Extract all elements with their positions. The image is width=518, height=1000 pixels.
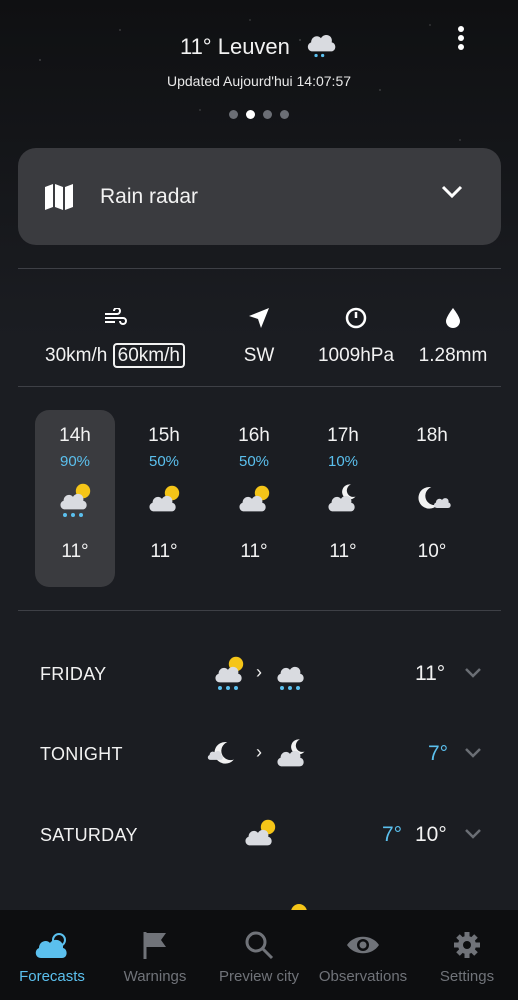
hourly-forecast: 14h 90% 11° 15h 50% 11° 16h 50% 11° 17h … bbox=[0, 410, 518, 587]
moon-cloud-icon bbox=[392, 481, 472, 521]
hour-card-selected[interactable]: 14h 90% 11° bbox=[35, 410, 115, 587]
gauge-icon bbox=[310, 305, 402, 331]
page-dot[interactable] bbox=[229, 110, 238, 119]
updated-timestamp: Updated Aujourd'hui 14:07:57 bbox=[166, 73, 352, 89]
bottom-navigation: Forecasts Warnings Preview city Observat… bbox=[0, 910, 518, 1000]
night-low: 7° bbox=[428, 742, 449, 765]
chevron-down-icon bbox=[465, 748, 481, 758]
rain-sun-icon bbox=[35, 481, 115, 521]
rain-cloud-icon bbox=[304, 30, 338, 64]
day-row[interactable]: TONIGHT › 7° bbox=[0, 730, 518, 780]
nav-preview-city[interactable]: Preview city bbox=[209, 928, 309, 985]
day-name: TONIGHT bbox=[40, 744, 123, 764]
map-icon bbox=[45, 183, 73, 210]
cloud-sun-icon bbox=[245, 819, 276, 846]
day-weather-icons bbox=[210, 815, 320, 855]
day-low: 7° bbox=[382, 823, 403, 846]
flag-icon bbox=[105, 928, 205, 962]
rain-sun-icon bbox=[215, 656, 244, 690]
hour-time: 17h bbox=[327, 425, 359, 446]
hour-precip: 50% bbox=[238, 453, 270, 470]
gear-icon bbox=[417, 928, 517, 962]
cloud-moon-icon bbox=[303, 481, 383, 521]
hour-card[interactable]: 18h 10° bbox=[392, 410, 472, 587]
hour-precip: 10% bbox=[327, 453, 359, 470]
hour-temp: 11° bbox=[329, 541, 357, 562]
wind-speed: 30km/h bbox=[45, 345, 108, 366]
day-row[interactable]: FRIDAY › 11° bbox=[0, 650, 518, 700]
hour-card[interactable]: 16h 50% 11° bbox=[214, 410, 294, 587]
hour-time: 15h bbox=[148, 425, 180, 446]
nav-warnings[interactable]: Warnings bbox=[105, 928, 205, 985]
nav-label: Warnings bbox=[123, 968, 187, 985]
precip-stat: 1.28mm bbox=[412, 305, 494, 367]
day-high: 10° bbox=[415, 823, 447, 846]
hour-time: 14h bbox=[59, 425, 91, 446]
location-header: 11° Leuven bbox=[0, 30, 518, 64]
nav-label: Preview city bbox=[218, 968, 300, 985]
precip-value: 1.28mm bbox=[418, 345, 488, 366]
nav-label: Settings bbox=[439, 968, 495, 985]
divider bbox=[18, 386, 501, 387]
wind-gust: 60km/h bbox=[112, 343, 185, 368]
hour-precip: 50% bbox=[148, 453, 180, 470]
chevron-down-icon bbox=[441, 185, 463, 199]
day-high: 11° bbox=[415, 662, 446, 685]
nav-label: Forecasts bbox=[19, 968, 85, 985]
current-conditions: 30km/h 60km/h SW 1009hPa 1.28mm bbox=[0, 305, 518, 375]
cloud-sun-icon bbox=[214, 481, 294, 521]
divider bbox=[18, 610, 501, 611]
current-temp-city: 11° Leuven bbox=[179, 34, 290, 59]
hour-temp: 11° bbox=[61, 541, 89, 562]
day-name: SATURDAY bbox=[40, 825, 138, 845]
day-weather-icons: › bbox=[207, 734, 320, 774]
hour-temp: 10° bbox=[417, 541, 447, 562]
hour-temp: 11° bbox=[240, 541, 268, 562]
direction-stat: SW bbox=[229, 305, 289, 367]
page-dot[interactable] bbox=[263, 110, 272, 119]
page-dot[interactable] bbox=[280, 110, 289, 119]
arrow-right-icon: › bbox=[256, 742, 262, 762]
rain-radar-card[interactable]: Rain radar bbox=[18, 148, 501, 245]
moon-cloud-icon bbox=[207, 741, 234, 764]
hour-card[interactable]: 15h 50% 11° bbox=[124, 410, 204, 587]
chevron-down-icon bbox=[465, 668, 481, 678]
nav-observations[interactable]: Observations bbox=[313, 928, 413, 985]
overflow-menu-icon[interactable] bbox=[452, 24, 470, 52]
rain-cloud-icon bbox=[277, 666, 304, 690]
wind-icon bbox=[35, 305, 195, 331]
page-dot-active[interactable] bbox=[246, 110, 255, 119]
nav-label: Observations bbox=[318, 968, 408, 985]
hour-temp: 11° bbox=[150, 541, 178, 562]
nav-settings[interactable]: Settings bbox=[417, 928, 517, 985]
hour-precip bbox=[392, 453, 472, 471]
day-weather-icons: › bbox=[210, 654, 320, 694]
day-name: FRIDAY bbox=[40, 664, 107, 684]
nav-forecasts[interactable]: Forecasts bbox=[2, 928, 102, 985]
pressure-value: 1009hPa bbox=[317, 345, 395, 366]
chevron-down-icon bbox=[465, 829, 481, 839]
search-icon bbox=[209, 928, 309, 962]
hour-time: 16h bbox=[238, 425, 270, 446]
day-row[interactable]: SATURDAY 7° 10° bbox=[0, 811, 518, 861]
forecast-icon bbox=[2, 928, 102, 962]
navigation-arrow-icon bbox=[229, 305, 289, 331]
cloud-sun-icon bbox=[124, 481, 204, 521]
page-indicator bbox=[0, 106, 518, 124]
eye-icon bbox=[313, 928, 413, 962]
droplet-icon bbox=[412, 305, 494, 331]
hour-card[interactable]: 17h 10% 11° bbox=[303, 410, 383, 587]
cloud-moon-icon bbox=[277, 739, 305, 767]
pressure-stat: 1009hPa bbox=[310, 305, 402, 367]
arrow-right-icon: › bbox=[256, 662, 262, 682]
wind-direction: SW bbox=[243, 345, 275, 366]
hour-time: 18h bbox=[416, 425, 448, 446]
hour-precip: 90% bbox=[59, 453, 91, 470]
rain-radar-label: Rain radar bbox=[100, 184, 199, 208]
wind-stat: 30km/h 60km/h bbox=[35, 305, 195, 368]
divider bbox=[18, 268, 501, 269]
